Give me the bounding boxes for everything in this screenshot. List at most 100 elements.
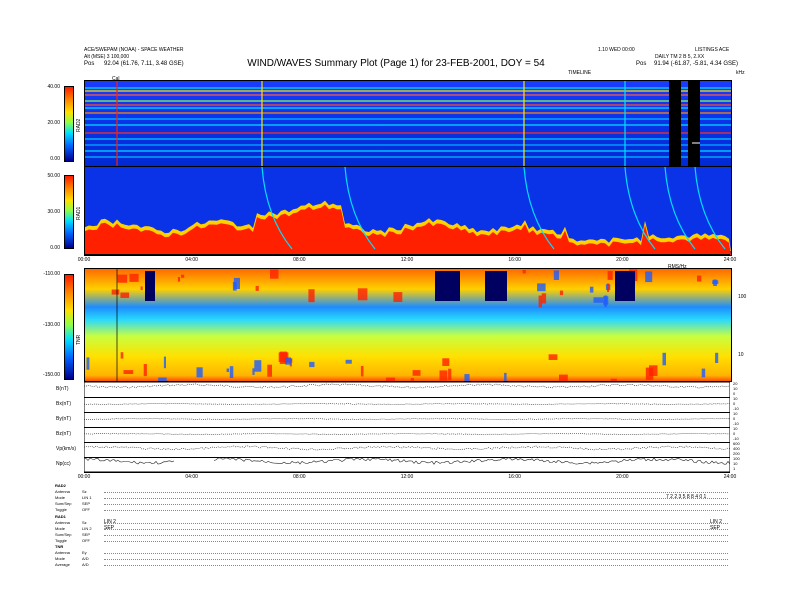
tnr-spot — [345, 359, 352, 364]
time-tick-label: 20:00 — [616, 257, 629, 263]
header-left-line1: ACE/SWEPAM (NOAA) - SPACE WEATHER — [84, 47, 184, 53]
tnr-spot — [177, 277, 181, 282]
info-dotted-line — [104, 550, 728, 554]
tnr-spot — [607, 271, 613, 280]
rad1-tick-top: 50.00 — [47, 173, 60, 179]
tnr-spot — [604, 295, 608, 307]
info-key: Sum/Sep — [55, 501, 72, 506]
tnr-spot — [360, 366, 364, 377]
info-dotted-line — [104, 507, 728, 511]
info-dotted-line — [104, 532, 728, 536]
mag-row-label: B(nT) — [56, 386, 69, 392]
info-key: Antenna — [55, 489, 70, 494]
header-right-line1b: LISTINGS ACE — [695, 47, 730, 53]
tnr-spot — [537, 283, 546, 292]
tnr-spot — [233, 277, 240, 289]
header-right-line1: 1.10 WED 00:00 — [598, 47, 635, 53]
rad1-colorbar — [64, 175, 74, 249]
time-tick-label: 00:00 — [77, 257, 91, 263]
rad2-tick-mid: 20.00 — [47, 120, 60, 126]
info-value: A/D — [82, 556, 89, 561]
time-tick-label: 08:00 — [293, 257, 306, 263]
tnr-spot — [143, 364, 147, 377]
tnr-spot — [593, 297, 604, 303]
tnr-spot — [267, 364, 272, 377]
time-tick-label: 00:00 — [77, 474, 91, 480]
tnr-spot — [649, 365, 658, 376]
tnr-spot — [393, 292, 403, 302]
tnr-spot — [701, 368, 706, 378]
tnr-spot — [504, 372, 507, 381]
time-tick-label: 20:00 — [616, 474, 629, 480]
mag-trace — [84, 403, 730, 405]
mag-trace — [84, 417, 730, 421]
info-dotted-line — [104, 526, 728, 530]
info-key: Average — [55, 562, 70, 567]
time-tick-label: 16:00 — [508, 257, 521, 263]
time-tick-label: 16:00 — [508, 474, 521, 480]
tnr-spot — [123, 370, 134, 374]
time-tick-label: 04:00 — [185, 474, 198, 480]
mag-row-label: By(nT) — [56, 416, 71, 422]
mag-row-label: Np(cc) — [56, 461, 71, 467]
tnr-spot — [120, 352, 124, 359]
info-dotted-line — [104, 562, 728, 566]
tnr-ylabel: TNR — [76, 334, 82, 345]
tnr-spot — [309, 361, 315, 368]
rad1-tick-mid: 30.00 — [47, 209, 60, 215]
info-section-header: TNR — [55, 544, 64, 549]
mag-row-label: Bx(nT) — [56, 401, 71, 407]
info-key: Sum/Sep — [55, 532, 72, 537]
time-tick-label: 08:00 — [293, 474, 306, 480]
info-dotted-line — [104, 556, 728, 560]
tnr-spot — [308, 289, 315, 303]
tnr-right-tick-100: 100 — [738, 294, 747, 300]
info-mid-mark: SEP — [104, 525, 115, 531]
tnr-spot — [181, 274, 185, 278]
tnr-spot — [464, 374, 470, 381]
mag-trace — [84, 457, 730, 465]
tnr-spot — [117, 274, 128, 283]
tnr-dark-patch — [435, 271, 460, 301]
header-center-small: TIMELINE — [568, 70, 592, 76]
tnr-spot — [645, 271, 653, 283]
info-dotted-line — [104, 495, 728, 499]
tnr-spot — [662, 352, 666, 366]
tnr-spot — [196, 367, 203, 378]
rad2-tick-top: 40.00 — [47, 84, 60, 90]
tnr-spot — [111, 289, 120, 295]
tnr-spot — [229, 366, 234, 378]
tnr-spot — [226, 368, 230, 372]
info-value: OFF — [82, 507, 90, 512]
time-tick-label: 24:00 — [723, 474, 737, 480]
info-key: Mode — [55, 495, 66, 500]
tnr-spot — [129, 273, 139, 282]
info-value: LIN 2 — [82, 526, 92, 531]
tnr-spot — [713, 279, 717, 286]
info-section-header: RAD1 — [55, 514, 66, 519]
tnr-spot — [412, 370, 421, 376]
tnr-spot — [522, 270, 526, 274]
tnr-spot — [285, 357, 291, 365]
tnr-spot — [120, 292, 130, 298]
info-key: Antenna — [55, 550, 70, 555]
info-value: Sz — [82, 520, 87, 525]
info-value: Ey — [82, 550, 87, 555]
tnr-dark-patch — [615, 271, 635, 301]
mag-trace — [84, 445, 730, 451]
tnr-tick-mid: -130.00 — [43, 322, 60, 328]
info-dotted-line — [104, 489, 728, 493]
info-value: Sz — [82, 489, 87, 494]
tnr-dark-patch — [145, 271, 155, 301]
info-right-code: 7 2 2 3 5 8 8 4 0 1 — [666, 494, 707, 500]
mag-row-label: Vp(km/s) — [56, 446, 76, 452]
info-key: Mode — [55, 556, 66, 561]
mag-row-label: Bz(nT) — [56, 431, 71, 437]
tnr-spot — [252, 368, 255, 375]
info-key: Toggle — [55, 507, 67, 512]
rad2-tick-bottom: 0.00 — [50, 156, 60, 162]
info-key: Toggle — [55, 538, 67, 543]
tnr-spot — [439, 370, 448, 381]
tnr-dark-patch — [485, 271, 507, 301]
tnr-spot — [553, 270, 559, 280]
